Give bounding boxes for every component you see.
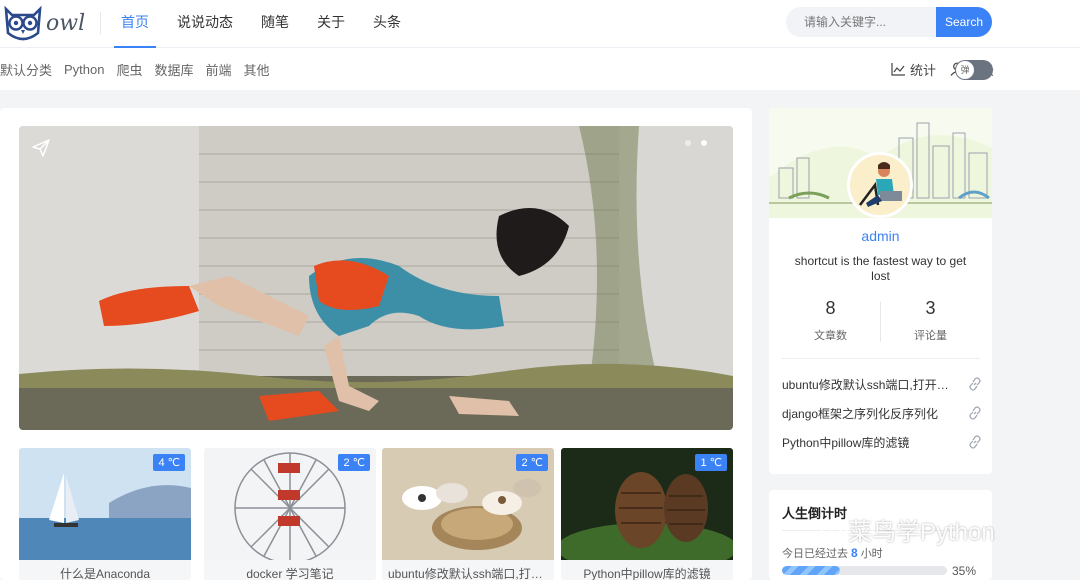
category-crawler[interactable]: 爬虫: [117, 60, 143, 79]
watermark-text: 菜鸟学Python: [848, 519, 995, 546]
post-title[interactable]: 什么是Anaconda: [19, 565, 191, 580]
view-count-badge: 4 ℃: [153, 454, 185, 471]
avatar[interactable]: [847, 152, 913, 218]
featured-posts: 4 ℃ 什么是Anaconda 2 ℃ docker 学习笔记 2 ℃ ubun…: [19, 448, 733, 580]
wechat-icon: [820, 518, 848, 540]
stats-label: 统计: [909, 62, 936, 78]
post-title[interactable]: Python中pillow库的滤镜: [561, 565, 733, 580]
nav-item-essays[interactable]: 随笔: [248, 0, 302, 48]
countdown-percent: 35%: [952, 564, 977, 578]
search-box: Search: [786, 7, 992, 37]
barrage-toggle[interactable]: 弹: [955, 60, 993, 80]
stat-articles: 8 文章数: [781, 298, 880, 348]
toggle-knob: 弹: [956, 61, 974, 79]
category-database[interactable]: 数据库: [155, 60, 194, 79]
nav-item-moments[interactable]: 说说动态: [164, 0, 246, 48]
category-list: 默认分类 Python 爬虫 数据库 前端 其他: [0, 48, 282, 90]
stat-label: 评论量: [914, 330, 947, 342]
link-icon: [969, 435, 981, 449]
post-card[interactable]: 4 ℃ 什么是Anaconda: [19, 448, 191, 580]
countdown-suffix: 小时: [860, 548, 883, 560]
countdown-progress-bar: [782, 566, 947, 575]
carousel-dots: [675, 140, 707, 146]
profile-name[interactable]: admin: [769, 228, 992, 244]
profile-card: admin shortcut is the fastest way to get…: [769, 108, 992, 474]
stats-link[interactable]: 统计: [891, 60, 936, 79]
divider: [100, 12, 101, 34]
view-count-badge: 2 ℃: [338, 454, 370, 471]
stat-value: 8: [825, 298, 836, 318]
category-python[interactable]: Python: [64, 62, 104, 77]
recent-post-title: Python中pillow库的滤镜: [782, 436, 910, 450]
carousel-dot[interactable]: [685, 140, 691, 146]
stat-label: 文章数: [814, 330, 847, 342]
category-frontend[interactable]: 前端: [206, 60, 232, 79]
owl-icon: [4, 5, 42, 41]
owl-logo[interactable]: owl: [2, 3, 94, 43]
main-nav: 首页 说说动态 随笔 关于 头条: [108, 0, 416, 48]
post-card[interactable]: 2 ℃ ubuntu修改默认ssh端口,打开防火墙: [382, 448, 554, 580]
recent-post-link[interactable]: Python中pillow库的滤镜: [782, 434, 982, 463]
category-other[interactable]: 其他: [244, 60, 270, 79]
link-icon: [969, 406, 981, 420]
recent-posts-list: ubuntu修改默认ssh端口,打开防火墙 django框架之序列化反序列化 P…: [782, 376, 982, 463]
post-title[interactable]: docker 学习笔记: [204, 565, 376, 580]
watermark: 菜鸟学Python: [820, 512, 995, 547]
top-navbar: owl 首页 说说动态 随笔 关于 头条 Search: [0, 0, 1080, 48]
divider: [781, 358, 980, 359]
stat-comments: 3 评论量: [881, 298, 980, 348]
line-chart-icon: [891, 62, 905, 76]
hero-carousel[interactable]: [19, 126, 733, 430]
category-default[interactable]: 默认分类: [0, 60, 52, 79]
hero-image: [19, 126, 733, 430]
post-title[interactable]: ubuntu修改默认ssh端口,打开防火墙: [382, 565, 554, 580]
recent-post-title: django框架之序列化反序列化: [782, 407, 939, 421]
brand-name: owl: [46, 11, 86, 36]
countdown-text: 今日已经过去 8 小时: [782, 545, 883, 561]
view-count-badge: 1 ℃: [695, 454, 727, 471]
send-icon[interactable]: [32, 139, 50, 157]
recent-post-link[interactable]: django框架之序列化反序列化: [782, 405, 982, 434]
post-card[interactable]: 2 ℃ docker 学习笔记: [204, 448, 376, 580]
nav-item-headlines[interactable]: 头条: [360, 0, 414, 48]
search-input[interactable]: [786, 7, 946, 37]
countdown-hours: 8: [851, 546, 858, 560]
profile-motto: shortcut is the fastest way to get lost: [794, 254, 967, 283]
category-bar: 默认分类 Python 爬虫 数据库 前端 其他 统计 登录: [0, 48, 1080, 90]
post-card[interactable]: 1 ℃ Python中pillow库的滤镜: [561, 448, 733, 580]
countdown-prefix: 今日已经过去: [782, 548, 848, 560]
profile-stats: 8 文章数 3 评论量: [781, 298, 980, 348]
nav-item-about[interactable]: 关于: [304, 0, 358, 48]
carousel-dot-active[interactable]: [701, 140, 707, 146]
view-count-badge: 2 ℃: [516, 454, 548, 471]
recent-post-title: ubuntu修改默认ssh端口,打开防火墙: [782, 378, 950, 392]
countdown-progress-fill: [782, 566, 840, 575]
stat-value: 3: [925, 298, 936, 318]
recent-post-link[interactable]: ubuntu修改默认ssh端口,打开防火墙: [782, 376, 982, 405]
link-icon: [969, 377, 981, 391]
nav-item-home[interactable]: 首页: [108, 0, 162, 48]
search-button[interactable]: Search: [936, 7, 992, 37]
